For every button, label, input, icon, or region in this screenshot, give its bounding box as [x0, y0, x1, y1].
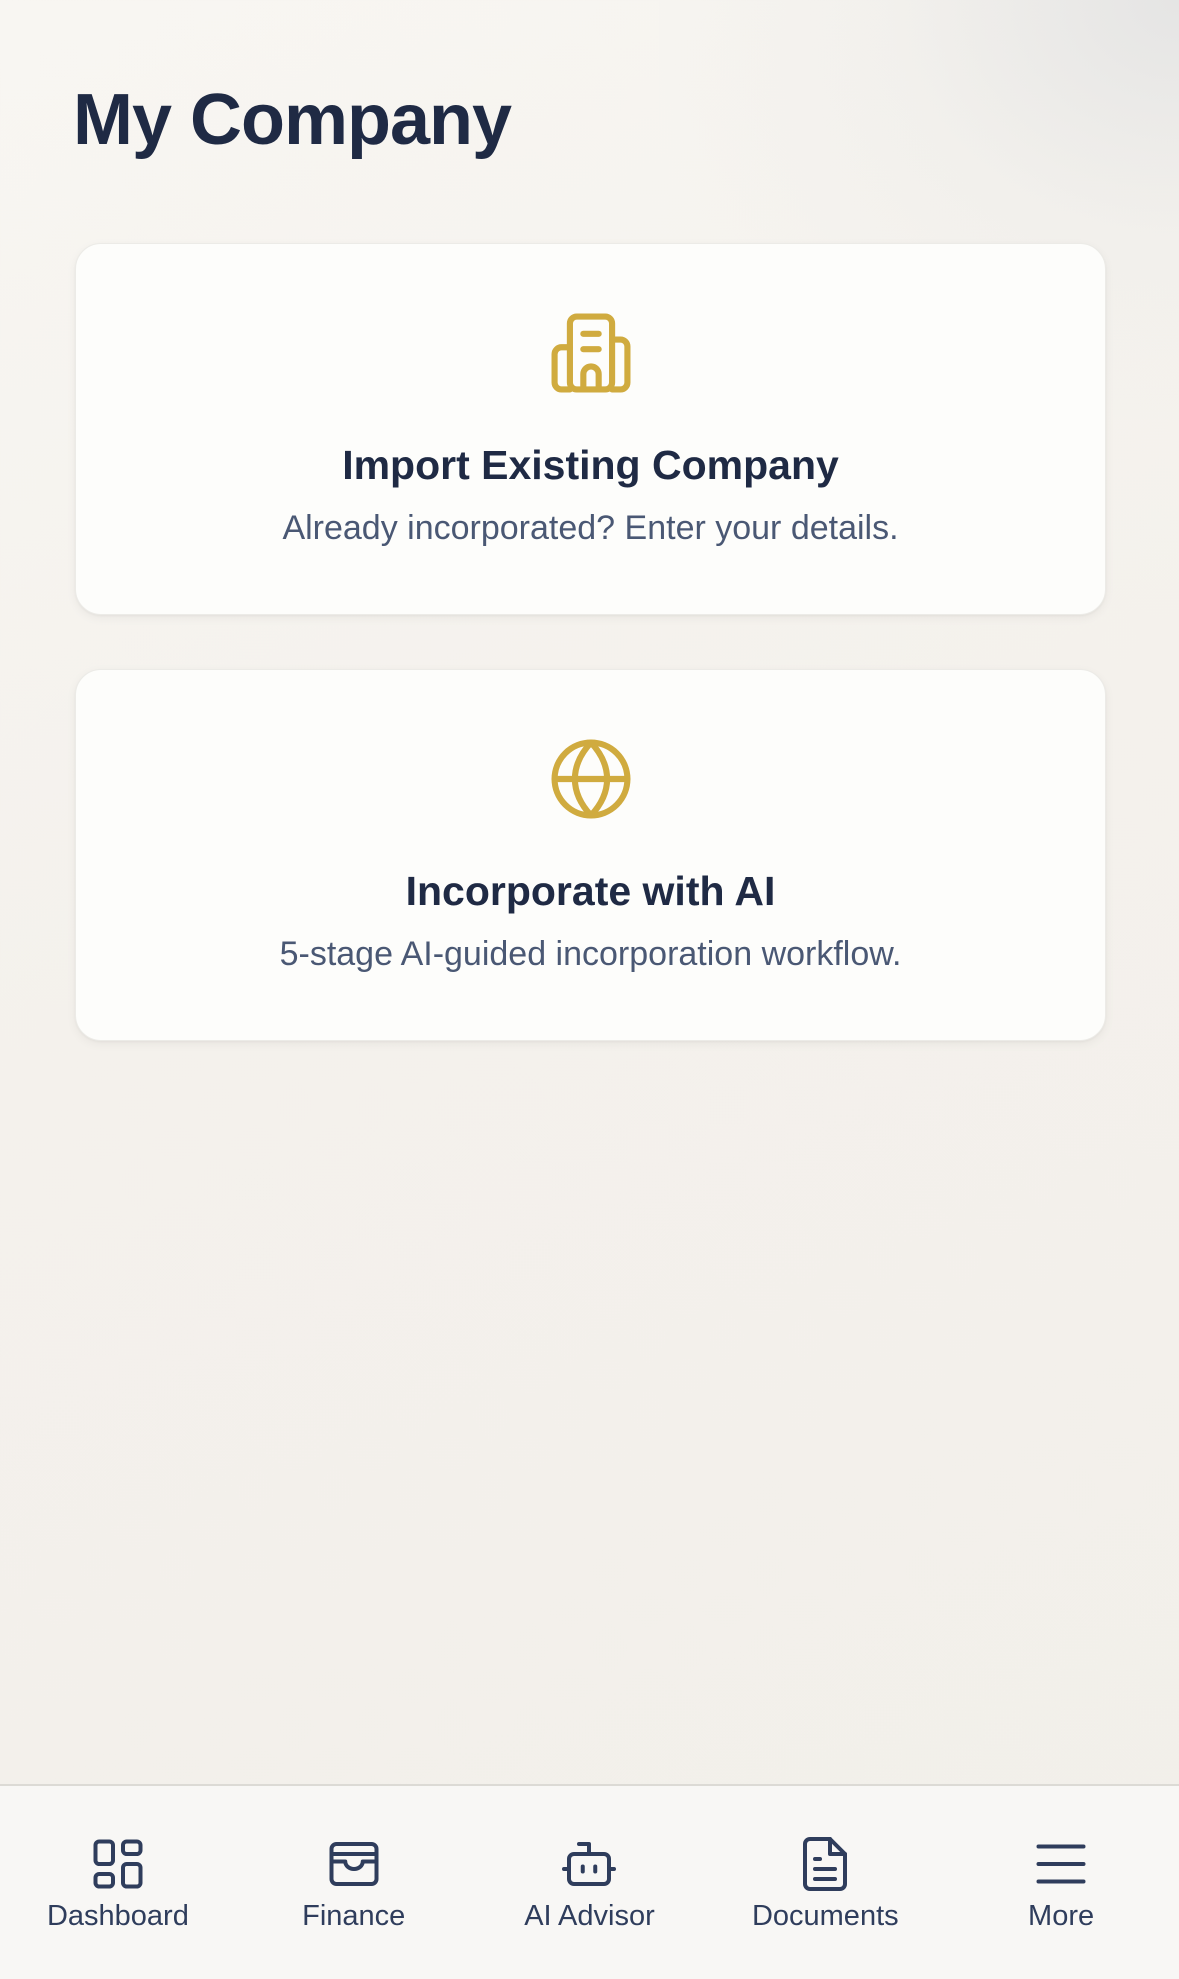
card-description: Already incorporated? Enter your details… — [282, 509, 899, 547]
nav-item-finance[interactable]: Finance — [236, 1786, 472, 1979]
nav-label: More — [1028, 1900, 1095, 1932]
hamburger-menu-icon — [1031, 1834, 1091, 1894]
robot-icon — [559, 1834, 619, 1894]
document-icon — [795, 1834, 855, 1894]
nav-label: Finance — [302, 1900, 406, 1932]
nav-label: Documents — [751, 1900, 899, 1932]
dashboard-grid-icon — [88, 1834, 148, 1894]
nav-item-documents[interactable]: Documents — [707, 1786, 943, 1979]
incorporate-with-ai-card[interactable]: Incorporate with AI 5-stage AI-guided in… — [75, 669, 1106, 1041]
import-existing-company-card[interactable]: Import Existing Company Already incorpor… — [75, 243, 1106, 615]
nav-item-ai-advisor[interactable]: AI Advisor — [472, 1786, 708, 1979]
wallet-icon — [324, 1834, 384, 1894]
card-description: 5-stage AI-guided incorporation workflow… — [279, 935, 902, 973]
bottom-navigation-bar: Dashboard Finance AI Advisor Documents M… — [0, 1784, 1179, 1979]
nav-item-more[interactable]: More — [943, 1786, 1179, 1979]
building-icon — [545, 307, 637, 399]
nav-label: Dashboard — [46, 1900, 189, 1932]
nav-item-dashboard[interactable]: Dashboard — [0, 1786, 236, 1979]
globe-icon — [545, 733, 637, 825]
nav-label: AI Advisor — [524, 1900, 655, 1932]
card-title: Incorporate with AI — [405, 868, 776, 914]
page-title: My Company — [73, 80, 512, 160]
card-title: Import Existing Company — [342, 442, 839, 488]
